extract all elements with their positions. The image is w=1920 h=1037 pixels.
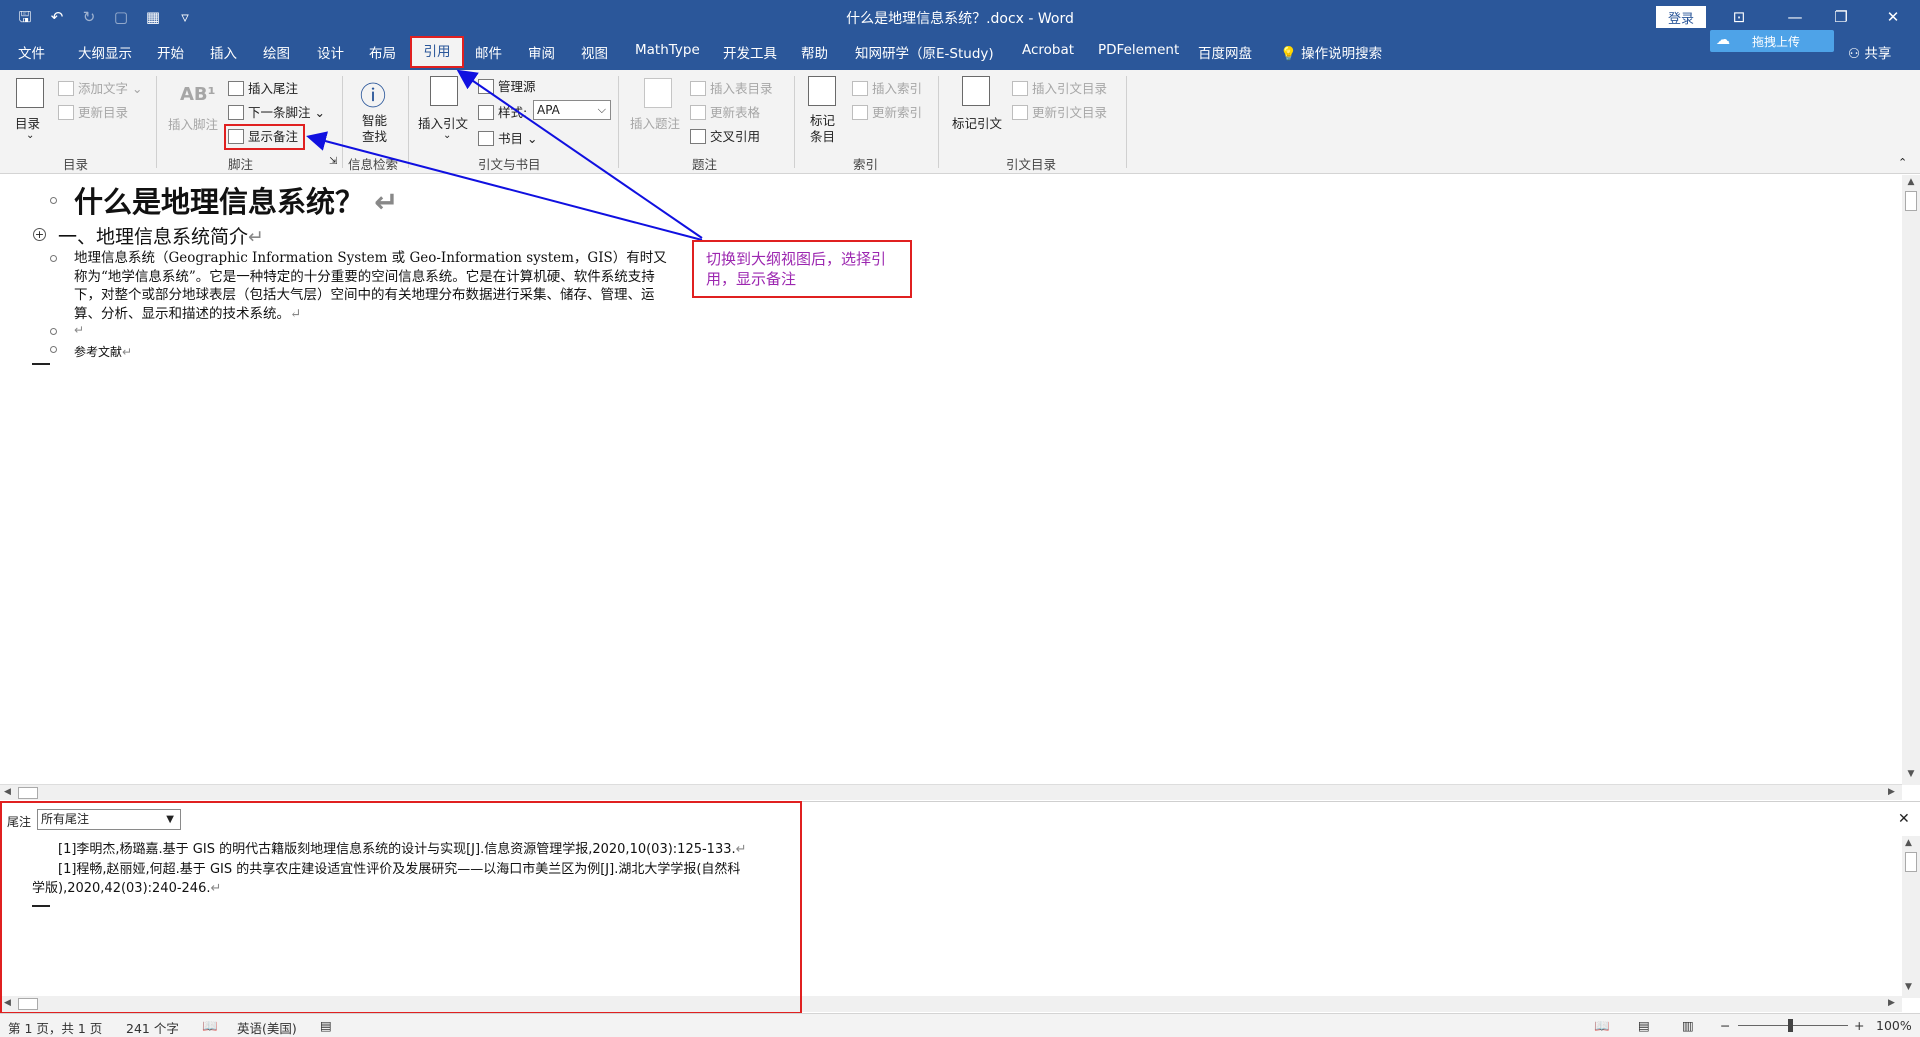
zoom-level[interactable]: 100% <box>1876 1018 1912 1033</box>
close-notes-pane-icon[interactable]: ✕ <box>1898 811 1910 827</box>
zoom-slider-thumb[interactable] <box>1788 1019 1793 1032</box>
scroll-up-icon[interactable]: ▲ <box>1905 838 1912 848</box>
print-layout-icon[interactable]: ▤ <box>1638 1018 1650 1033</box>
read-mode-icon[interactable]: 📖 <box>1594 1018 1610 1034</box>
word-count[interactable]: 241 个字 <box>126 1018 179 1037</box>
zoom-in-icon[interactable]: + <box>1854 1018 1864 1033</box>
zoom-out-icon[interactable]: − <box>1720 1018 1730 1033</box>
language-indicator[interactable]: 英语(美国) <box>237 1018 297 1037</box>
scroll-down-icon[interactable]: ▼ <box>1905 982 1912 992</box>
scroll-right-icon[interactable]: ▶ <box>1888 998 1895 1008</box>
web-layout-icon[interactable]: ▥ <box>1682 1018 1694 1033</box>
highlight-endnotes-pane <box>0 801 802 1014</box>
macro-icon[interactable]: ▤ <box>320 1018 332 1033</box>
scroll-thumb[interactable] <box>1905 852 1917 872</box>
annotation-callout: 切换到大纲视图后，选择引用，显示备注 <box>692 240 912 298</box>
notes-vertical-scrollbar[interactable]: ▲ ▼ <box>1902 836 1920 998</box>
proofing-icon[interactable]: 📖 <box>202 1018 218 1034</box>
arrow-to-references-tab <box>456 69 703 239</box>
zoom-slider[interactable] <box>1738 1025 1848 1026</box>
page-count[interactable]: 第 1 页，共 1 页 <box>8 1018 102 1037</box>
arrow-to-show-notes <box>306 131 703 241</box>
status-bar: 第 1 页，共 1 页 241 个字 📖 英语(美国) ▤ 📖 ▤ ▥ − + … <box>0 1013 1920 1037</box>
